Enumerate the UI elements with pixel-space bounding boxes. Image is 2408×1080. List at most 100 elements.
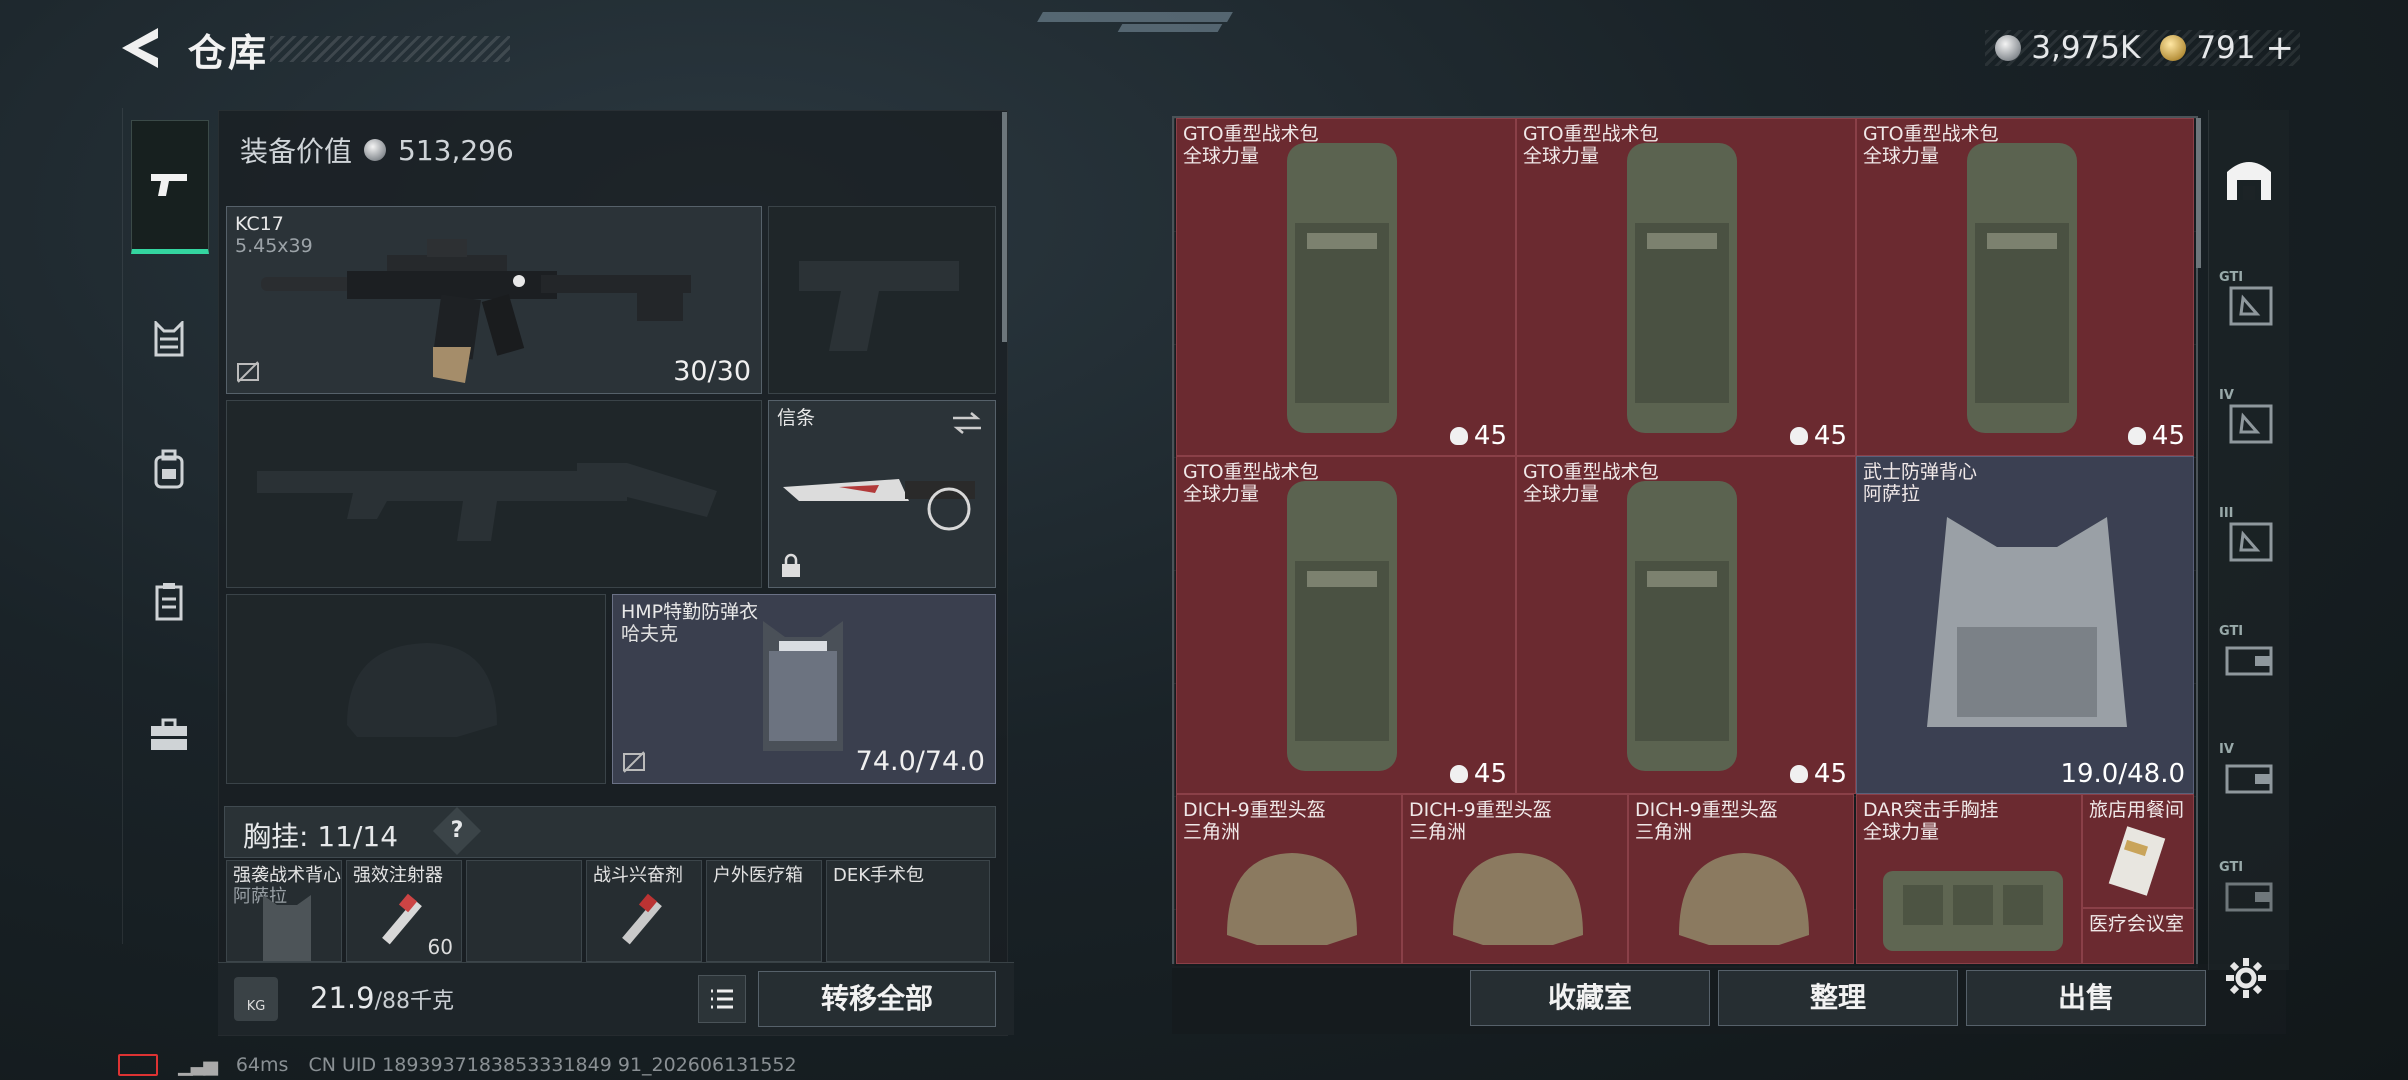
stash-tab-3[interactable]: III [2219, 506, 2277, 566]
armor-vest-image [763, 621, 843, 751]
ping-value: 64ms [235, 1054, 289, 1076]
settings-gear-icon[interactable] [2224, 956, 2268, 1000]
item-capacity: 45 [1473, 759, 1507, 789]
equipment-scrollbar[interactable] [1002, 112, 1007, 342]
chest-slot[interactable]: 户外医疗箱 [706, 860, 822, 962]
stash-item[interactable]: DICH-9重型头盔 三角洲 [1628, 794, 1854, 964]
secondary-weapon-slot[interactable] [226, 400, 762, 588]
chest-slot[interactable]: 强袭战术背心 阿萨拉 [226, 860, 342, 962]
item-faction: 全球力量 [1863, 821, 1940, 843]
stash-item[interactable]: 医疗会议室 [2082, 908, 2194, 964]
tab-tier: IV [2219, 388, 2234, 403]
melee-slot[interactable]: 信条 [768, 400, 996, 588]
stash-tab-2[interactable]: IV [2219, 388, 2277, 448]
silver-coin-icon [1995, 35, 2022, 61]
gold-amount: 791 [2196, 30, 2256, 66]
stash-tab-all[interactable] [2221, 150, 2277, 206]
page-title: 仓库 [188, 31, 269, 75]
tab-tier: III [2219, 506, 2234, 521]
tab-case[interactable] [131, 700, 207, 770]
stash-scrollbar[interactable] [2196, 118, 2201, 268]
chest-slot[interactable]: 强效注射器 60 [346, 860, 462, 962]
swap-icon[interactable] [951, 411, 983, 435]
backpack-icon [154, 449, 184, 489]
backpack-image [1287, 143, 1397, 433]
stash-tab-6[interactable]: GTI [2219, 860, 2277, 920]
backpack-image [1627, 481, 1737, 771]
tab-chest-rig[interactable] [131, 304, 207, 374]
chest-item-name: DEK手术包 [833, 865, 925, 886]
primary-weapon-slot[interactable]: KC17 5.45x39 30/30 [226, 206, 762, 394]
armor-slot[interactable]: HMP特勤防弹衣 哈夫克 74.0/74.0 [612, 594, 996, 784]
collection-room-button[interactable]: 收藏室 [1470, 970, 1710, 1026]
pistol-icon [151, 174, 187, 196]
chest-slot[interactable]: 战斗兴奋剂 [586, 860, 702, 962]
list-view-button[interactable] [698, 975, 746, 1023]
knife-image [783, 479, 975, 531]
stash-item[interactable]: DICH-9重型头盔 三角洲 [1176, 794, 1402, 964]
chest-slot[interactable]: DEK手术包 [826, 860, 990, 962]
equipment-value-amount: 513,296 [398, 133, 514, 167]
transfer-all-button[interactable]: 转移全部 [758, 971, 996, 1027]
no-insurance-icon [237, 361, 259, 383]
ceiling-light [1037, 12, 1233, 22]
signal-icon: ▁▃▅ [178, 1054, 218, 1076]
stash-item[interactable]: DAR突击手胸挂 全球力量 [1856, 794, 2082, 964]
helmet-image [1227, 853, 1357, 945]
title-decoration [270, 36, 510, 62]
category-sidebar [122, 108, 215, 944]
briefcase-icon [151, 718, 187, 750]
game-screen: { "header": {"title": "仓库", "silver": "3… [0, 0, 2408, 1080]
tab-backpack[interactable] [131, 434, 207, 504]
armor-faction: 哈夫克 [621, 623, 679, 645]
sell-button[interactable]: 出售 [1966, 970, 2206, 1026]
helmet-image [1453, 853, 1583, 945]
item-capacity: 45 [1813, 421, 1847, 451]
stash-tab-1[interactable]: GTI [2219, 270, 2277, 330]
add-currency-button[interactable]: + [2266, 28, 2295, 68]
pistol-slot[interactable] [768, 206, 996, 394]
list-icon [711, 989, 733, 1009]
help-button[interactable]: ? [432, 806, 482, 856]
armor-durability: 74.0/74.0 [855, 746, 985, 777]
stash-item[interactable]: GTO重型战术包 全球力量 45 [1516, 456, 1856, 794]
stash-item[interactable]: GTO重型战术包 全球力量 45 [1516, 118, 1856, 456]
helmet-slot[interactable] [226, 594, 606, 784]
silver-amount: 3,975K [2031, 30, 2141, 66]
capacity-icon [1449, 427, 1468, 445]
stash-item[interactable]: GTO重型战术包 全球力量 45 [1176, 456, 1516, 794]
chest-rig-image [1883, 871, 2063, 951]
helmet-image [1679, 853, 1809, 945]
capacity-icon [1789, 427, 1808, 445]
item-name: DICH-9重型头盔 [1409, 799, 1552, 821]
helmet-silhouette-icon [347, 643, 497, 737]
organize-button[interactable]: 整理 [1718, 970, 1958, 1026]
stash-item[interactable]: 旅店用餐间 [2082, 794, 2194, 908]
status-bar: ▁▃▅ 64ms CN UID 1893937183853331849 91_2… [118, 1054, 797, 1076]
item-name: 武士防弹背心 [1863, 461, 1978, 483]
stash-item[interactable]: GTO重型战术包 全球力量 45 [1856, 118, 2194, 456]
stash-tab-4[interactable]: GTI [2219, 624, 2277, 684]
stash-item[interactable]: DICH-9重型头盔 三角洲 [1402, 794, 1628, 964]
weight-current: 21.9 [310, 981, 375, 1015]
stash-item[interactable]: GTO重型战术包 全球力量 45 [1176, 118, 1516, 456]
stimulant-image [622, 893, 662, 945]
chest-rig-label: 胸挂: [243, 820, 309, 853]
gold-coin-icon [2160, 35, 2187, 61]
pistol-silhouette-icon [799, 261, 959, 351]
back-arrow-icon[interactable] [118, 26, 164, 70]
stash-item[interactable]: 武士防弹背心 阿萨拉 19.0/48.0 [1856, 456, 2194, 794]
item-capacity: 45 [1473, 421, 1507, 451]
tab-pouch[interactable] [131, 566, 207, 636]
item-name: 旅店用餐间 [2089, 799, 2185, 821]
chest-rig-icon [154, 321, 184, 357]
stash-tab-5[interactable]: IV [2219, 742, 2277, 802]
user-uid: CN UID 1893937183853331849 91_2026061315… [308, 1054, 797, 1076]
chest-slot-empty[interactable] [466, 860, 582, 962]
pouch-icon [155, 583, 183, 621]
capacity-icon [2127, 427, 2146, 445]
capacity-icon [1789, 765, 1808, 783]
tab-weapons[interactable] [131, 120, 209, 254]
tab-tier: GTI [2219, 860, 2244, 875]
chest-item-name: 战斗兴奋剂 [593, 865, 683, 886]
